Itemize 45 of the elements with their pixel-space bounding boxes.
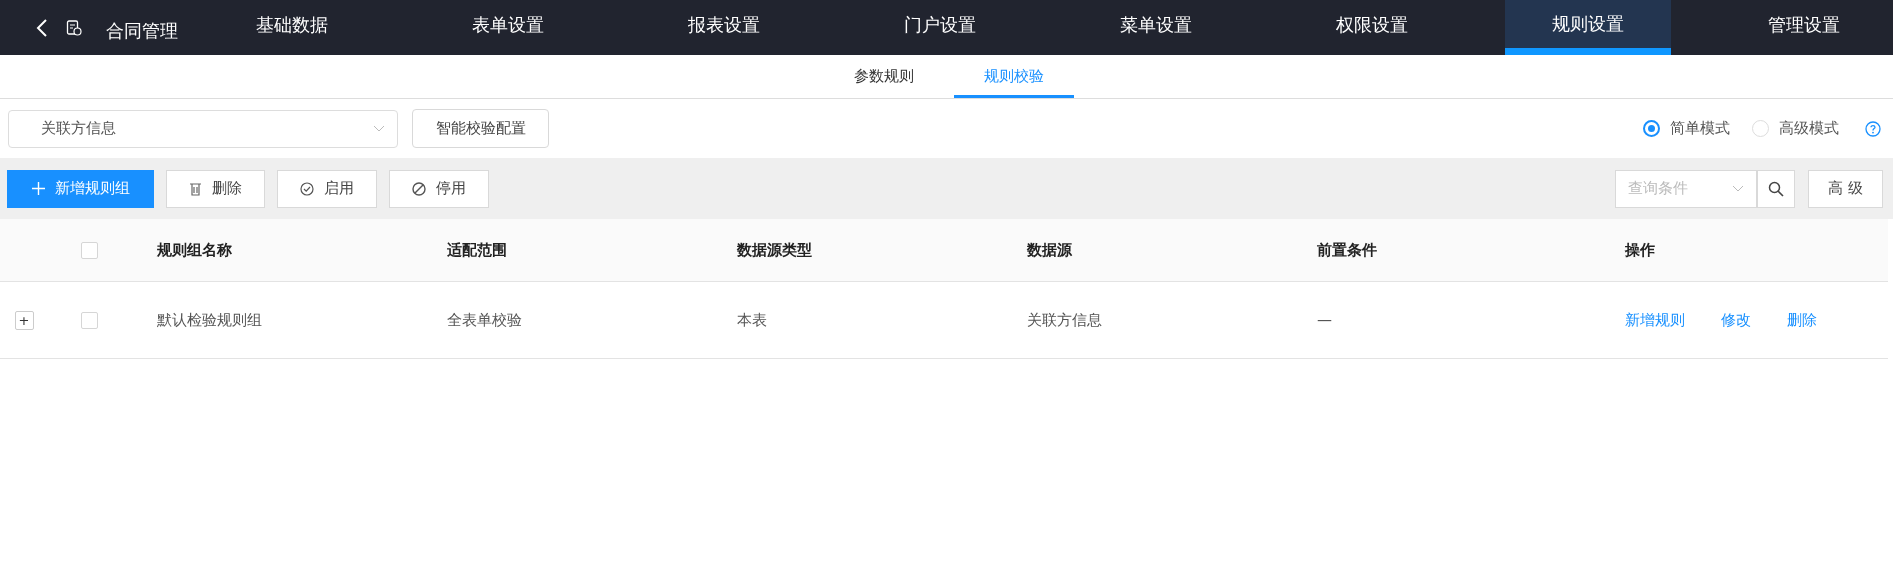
search-button[interactable] <box>1757 169 1795 208</box>
nav-tab[interactable]: 基础数据 <box>209 0 375 55</box>
chevron-down-icon <box>373 124 385 133</box>
column-header: 适配范围 <box>447 240 508 260</box>
checkbox[interactable] <box>81 241 98 259</box>
nav-tab[interactable]: 规则设置 <box>1505 0 1671 55</box>
search-icon <box>1768 180 1784 197</box>
table-cell-text: 本表 <box>737 310 768 330</box>
column-header: 数据源 <box>1027 240 1073 260</box>
help-icon[interactable] <box>1865 120 1881 137</box>
radio-label: 简单模式 <box>1670 119 1730 138</box>
radio-circle[interactable] <box>1643 120 1660 137</box>
app-title: 合同管理 <box>106 18 178 43</box>
advanced-button[interactable]: 高 级 <box>1808 169 1883 208</box>
check-circle-icon <box>300 181 314 196</box>
sub-tab[interactable]: 参数规则 <box>823 55 944 98</box>
mode-radio[interactable]: 简单模式 <box>1643 119 1730 138</box>
column-header: 操作 <box>1624 240 1656 260</box>
enable-button[interactable]: 启用 <box>277 169 377 208</box>
table-cell-text: 全表单校验 <box>447 310 523 330</box>
nav-tab[interactable]: 菜单设置 <box>1073 0 1239 55</box>
plus-icon <box>31 182 45 195</box>
column-header: 前置条件 <box>1317 240 1378 260</box>
chevron-down-icon <box>1732 184 1744 193</box>
nav-tab[interactable]: 权限设置 <box>1289 0 1455 55</box>
table-cell-text: — <box>1317 311 1333 329</box>
expand-toggle[interactable]: + <box>14 310 34 330</box>
nav-tab[interactable]: 表单设置 <box>425 0 591 55</box>
document-icon <box>66 19 82 36</box>
column-header: 规则组名称 <box>157 240 233 260</box>
nav-tab[interactable]: 管理设置 <box>1721 0 1887 55</box>
checkbox[interactable] <box>81 311 98 329</box>
radio-label: 高级模式 <box>1779 119 1839 138</box>
trash-icon <box>189 181 202 196</box>
forbidden-icon <box>412 181 426 196</box>
table-cell-text: 关联方信息 <box>1027 310 1103 330</box>
disable-button[interactable]: 停用 <box>389 169 489 208</box>
nav-tab[interactable]: 门户设置 <box>857 0 1023 55</box>
column-header: 数据源类型 <box>737 240 813 260</box>
source-select[interactable]: 关联方信息 <box>8 109 398 148</box>
config-button[interactable]: 智能校验配置 <box>412 109 549 148</box>
delete-button[interactable]: 删除 <box>166 169 265 208</box>
table-cell-text: 默认检验规则组 <box>157 310 263 330</box>
nav-tab[interactable]: 报表设置 <box>641 0 807 55</box>
mode-radio[interactable]: 高级模式 <box>1752 119 1839 138</box>
